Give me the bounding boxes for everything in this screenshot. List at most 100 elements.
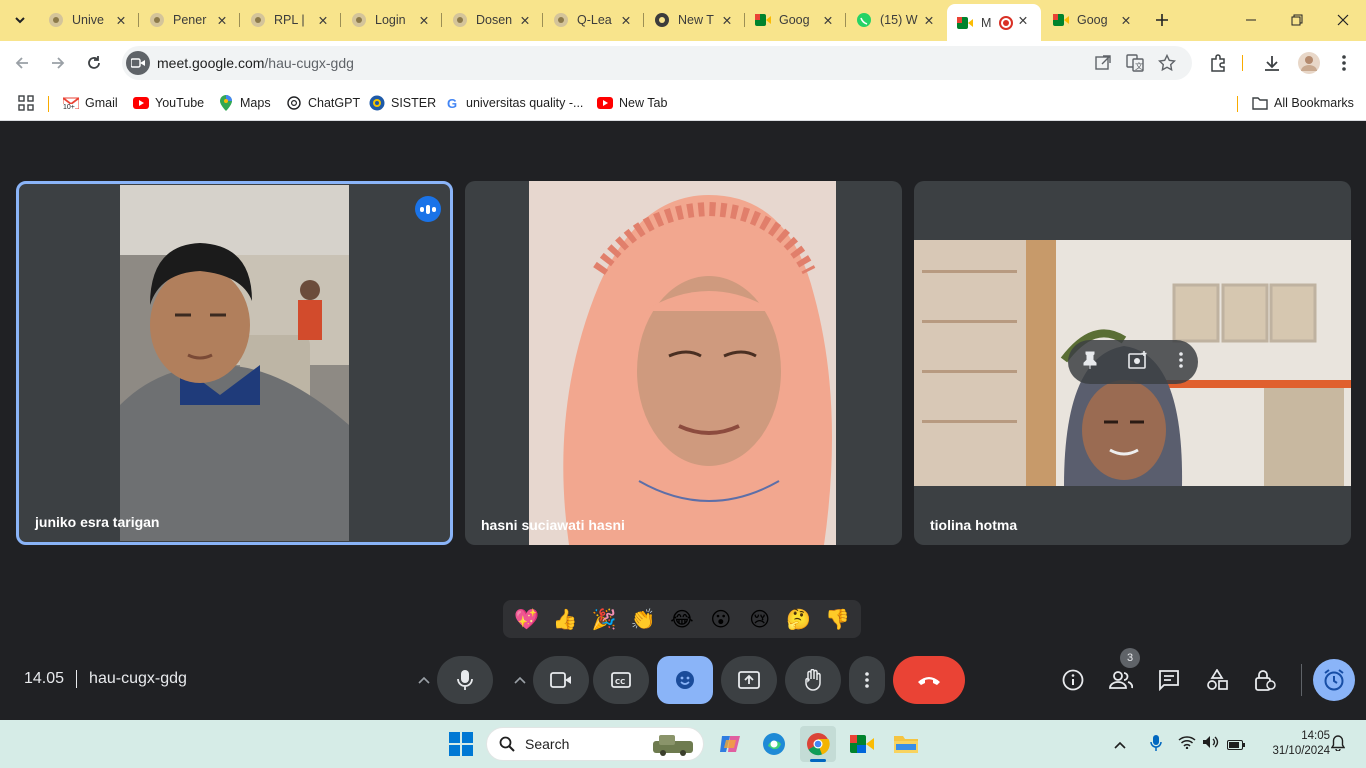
captions-button[interactable]: CC	[593, 656, 649, 704]
close-icon[interactable]: ✕	[618, 12, 634, 28]
present-screen-button[interactable]	[721, 656, 777, 704]
raise-hand-button[interactable]	[785, 656, 841, 704]
bookmark-maps[interactable]: Maps	[218, 91, 271, 115]
show-hidden-icons-button[interactable]	[1114, 736, 1126, 754]
camera-button[interactable]	[533, 656, 589, 704]
host-controls-button[interactable]	[1247, 662, 1283, 698]
close-icon[interactable]: ✕	[517, 12, 533, 28]
taskbar-clock[interactable]: 14:05 31/10/2024	[1254, 729, 1330, 759]
reaction-clapping[interactable]: 👏	[625, 607, 661, 631]
browser-tab[interactable]: Unive ✕	[38, 4, 139, 36]
taskbar-copilot[interactable]	[712, 726, 748, 762]
bookmark-new-tab[interactable]: New Tab	[597, 91, 667, 115]
pin-icon[interactable]	[1083, 351, 1097, 374]
reaction-thumbs-up[interactable]: 👍	[547, 607, 583, 631]
notifications-button[interactable]	[1330, 735, 1346, 756]
browser-tab[interactable]: Q-Lea ✕	[543, 4, 644, 36]
minimize-button[interactable]	[1228, 0, 1274, 40]
taskbar-file-explorer[interactable]	[888, 726, 924, 762]
close-icon[interactable]: ✕	[1015, 12, 1031, 28]
all-bookmarks-button[interactable]: All Bookmarks	[1252, 91, 1354, 115]
wifi-icon[interactable]	[1178, 735, 1196, 754]
taskbar-chrome[interactable]	[800, 726, 836, 762]
browser-menu-button[interactable]	[1330, 49, 1358, 77]
battery-icon[interactable]	[1227, 737, 1245, 755]
bookmark-universitas-quality[interactable]: G universitas quality -...	[444, 91, 583, 115]
microphone-button[interactable]	[437, 656, 493, 704]
bookmark-youtube[interactable]: YouTube	[133, 91, 204, 115]
apps-button[interactable]	[18, 91, 34, 115]
close-icon[interactable]: ✕	[719, 12, 735, 28]
reaction-sparkling-heart[interactable]: 💖	[508, 607, 544, 631]
address-bar[interactable]: meet.google.com/hau-cugx-gdg 文	[122, 46, 1192, 80]
forward-button[interactable]	[44, 49, 72, 77]
windows-logo-icon	[449, 732, 473, 756]
reactions-button[interactable]	[657, 656, 713, 704]
close-icon[interactable]: ✕	[113, 12, 129, 28]
reaction-thumbs-down[interactable]: 👎	[819, 607, 855, 631]
new-tab-button[interactable]	[1150, 8, 1174, 32]
reaction-laughing[interactable]: 😂	[664, 607, 700, 631]
reaction-crying[interactable]: 😢	[742, 607, 778, 631]
audio-options-button[interactable]	[408, 656, 440, 704]
leave-call-button[interactable]	[893, 656, 965, 704]
microphone-icon	[457, 670, 473, 690]
browser-tab-active[interactable]: M ✕	[947, 4, 1041, 41]
browser-tab[interactable]: Login ✕	[341, 4, 442, 36]
close-icon[interactable]: ✕	[416, 12, 432, 28]
chat-button[interactable]	[1151, 662, 1187, 698]
close-window-button[interactable]	[1320, 0, 1366, 40]
browser-tab[interactable]: (15) W ✕	[846, 4, 947, 36]
participant-tile[interactable]: juniko esra tarigan	[16, 181, 453, 545]
more-vert-icon[interactable]	[1178, 351, 1183, 373]
reload-button[interactable]	[80, 49, 108, 77]
close-icon[interactable]: ✕	[921, 12, 937, 28]
browser-tab[interactable]: Goog ✕	[745, 4, 846, 36]
bookmark-star-icon[interactable]	[1157, 53, 1177, 77]
bookmark-chatgpt[interactable]: ChatGPT	[286, 91, 360, 115]
download-icon	[1265, 56, 1279, 71]
back-button[interactable]	[8, 49, 36, 77]
participant-tile[interactable]: hasni suciawati hasni	[465, 181, 902, 545]
bookmark-sister[interactable]: SISTER	[369, 91, 436, 115]
url-text[interactable]: meet.google.com/hau-cugx-gdg	[157, 55, 354, 71]
open-in-new-icon[interactable]	[1094, 54, 1112, 77]
participant-tile[interactable]: tiolina hotma	[914, 181, 1351, 545]
microphone-tray-icon[interactable]	[1150, 734, 1162, 757]
video-options-button[interactable]	[504, 656, 536, 704]
reaction-thinking[interactable]: 🤔	[781, 607, 817, 631]
taskbar-meet[interactable]	[844, 726, 880, 762]
controls-divider	[1301, 664, 1302, 696]
taskbar-search[interactable]: Search	[486, 727, 704, 761]
more-options-button[interactable]	[849, 656, 885, 704]
activities-button[interactable]	[1199, 662, 1235, 698]
browser-tab[interactable]: New T ✕	[644, 4, 745, 36]
profile-avatar[interactable]	[1295, 49, 1323, 77]
timer-button[interactable]	[1313, 659, 1355, 701]
browser-tab[interactable]: Goog ✕	[1043, 4, 1144, 36]
taskbar-edge[interactable]	[756, 726, 792, 762]
restore-button[interactable]	[1274, 0, 1320, 40]
add-to-frame-icon[interactable]	[1128, 350, 1148, 374]
volume-icon[interactable]	[1202, 735, 1220, 754]
close-icon[interactable]: ✕	[315, 12, 331, 28]
close-icon[interactable]: ✕	[1118, 12, 1134, 28]
reaction-surprised[interactable]: 😮	[703, 607, 739, 631]
close-icon[interactable]: ✕	[820, 12, 836, 28]
reaction-party-popper[interactable]: 🎉	[586, 607, 622, 631]
start-button[interactable]	[443, 726, 479, 762]
downloads-button[interactable]	[1258, 49, 1286, 77]
tab-strip: Unive ✕ Pener ✕ RPL | ✕ Login ✕ Dosen ✕ …	[0, 0, 1366, 41]
translate-icon[interactable]: 文	[1126, 54, 1144, 77]
extensions-button[interactable]	[1204, 49, 1232, 77]
tab-search-button[interactable]	[8, 8, 32, 32]
hang-up-icon	[918, 677, 940, 685]
site-info-button[interactable]	[126, 51, 150, 75]
bookmark-gmail[interactable]: 10+ Gmail	[63, 91, 118, 115]
close-icon[interactable]: ✕	[214, 12, 230, 28]
people-button[interactable]: 3	[1103, 648, 1140, 698]
meeting-details-button[interactable]	[1055, 662, 1091, 698]
browser-tab[interactable]: Dosen ✕	[442, 4, 543, 36]
browser-tab[interactable]: RPL | ✕	[240, 4, 341, 36]
browser-tab[interactable]: Pener ✕	[139, 4, 240, 36]
